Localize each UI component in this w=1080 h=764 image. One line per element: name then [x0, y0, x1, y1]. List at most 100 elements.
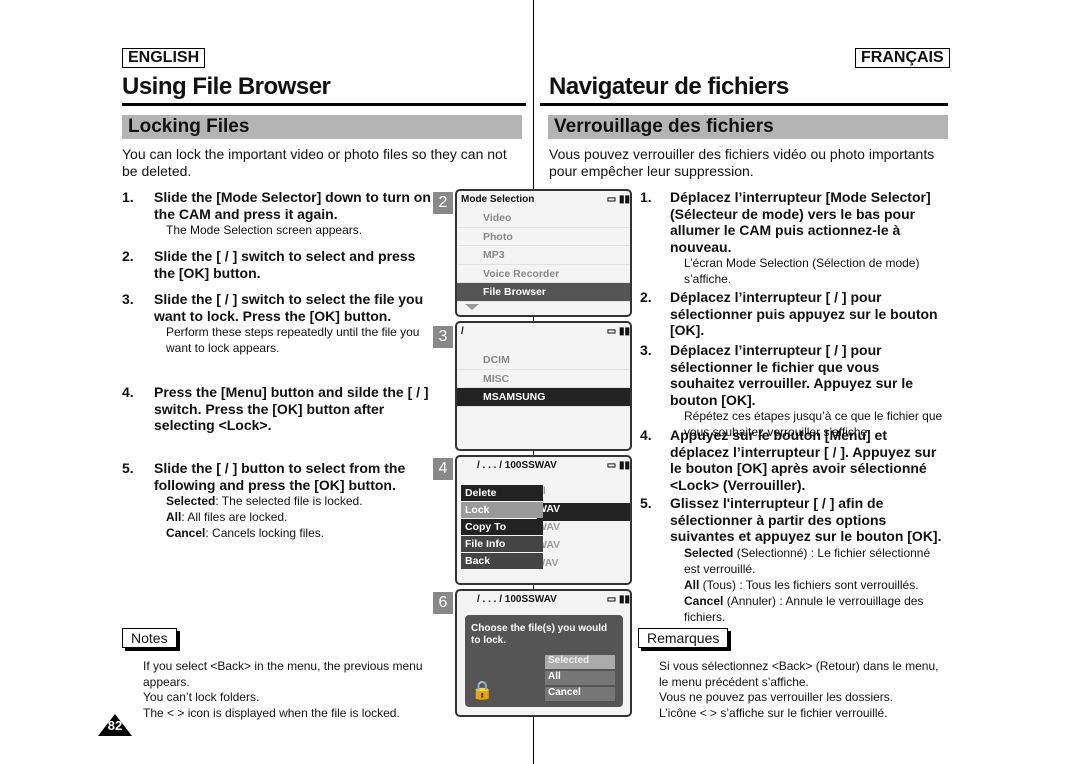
step-number: 5.: [122, 460, 134, 476]
lock-icon: 🔒: [471, 680, 494, 700]
section-heading-english: Locking Files: [122, 115, 522, 139]
scroll-down-icon: [465, 303, 479, 310]
page-number: 82: [107, 718, 123, 733]
folder-msamsung: MSAMSUNG: [457, 388, 630, 407]
step-3: 3. Slide the [ / ] switch to select the f…: [122, 291, 432, 356]
note-item: Si vous sélectionnez <Back> (Retour) dan…: [659, 659, 939, 689]
step-text: Déplacez l’interrupteur [Mode Selector] …: [670, 189, 931, 255]
step-note: Perform these steps repeatedly until the…: [166, 325, 420, 355]
step-number: 1.: [122, 189, 134, 205]
step-number: 4.: [122, 384, 134, 400]
step-note: L’écran Mode Selection (Sélection de mod…: [684, 256, 920, 286]
option-name: Selected: [166, 494, 216, 508]
menu-item-photo: Photo: [457, 228, 630, 246]
notes-list-english: If you select <Back> in the menu, the pr…: [143, 659, 433, 721]
notes-label: Notes: [122, 628, 177, 648]
step-text: Déplacez l’interrupteur [ / ] pour sélec…: [670, 342, 913, 408]
step-note: The Mode Selection screen appears.: [166, 223, 363, 237]
file-item: el: [537, 485, 630, 503]
menu-option-delete: Delete: [461, 485, 543, 501]
screen-number: 3: [433, 326, 453, 348]
page-title-english: Using File Browser: [122, 73, 331, 100]
step-5: 5. Slide the [ / ] button to select from …: [122, 460, 432, 541]
language-label-french: FRANÇAIS: [855, 48, 950, 68]
screen-folder-list: / ▭ ▮▮ DCIM MISC MSAMSUNG: [455, 321, 632, 451]
note-item: You can’t lock folders.: [143, 690, 260, 704]
step-text: Slide the [ / ] switch to select and pre…: [154, 248, 416, 281]
menu-item-video: Video: [457, 209, 630, 228]
step-4: 4. Press the [Menu] button and silde the …: [122, 384, 432, 434]
battery-icon: ▭ ▮▮: [606, 594, 630, 605]
step-2: 2. Slide the [ / ] switch to select and p…: [122, 248, 432, 281]
step-text: Press the [Menu] button and silde the [ …: [154, 384, 429, 433]
step-number: 1.: [640, 189, 652, 205]
screen-mode-selection: Mode Selection ▭ ▮▮ Video Photo MP3 Voice…: [455, 189, 632, 317]
screen-number: 6: [433, 592, 453, 614]
intro-english: You can lock the important video or phot…: [122, 146, 507, 179]
step-5-fr: 5. Glissez l'interrupteur [ / ] afin de s…: [640, 495, 945, 625]
menu-option-back: Back: [461, 553, 543, 569]
step-3-fr: 3. Déplacez l’interrupteur [ / ] pour sél…: [640, 342, 945, 440]
screen-title: / . . . / 100SSWAV: [477, 594, 557, 605]
option-selected: Selected: [545, 655, 615, 669]
note-item: If you select <Back> in the menu, the pr…: [143, 659, 423, 689]
title-rule: [540, 103, 948, 106]
battery-icon: ▭ ▮▮: [606, 326, 630, 337]
step-1-fr: 1. Déplacez l’interrupteur [Mode Selector…: [640, 189, 940, 287]
screen-number: 4: [433, 458, 453, 480]
option-name: Cancel: [166, 526, 206, 540]
step-number: 5.: [640, 495, 652, 511]
menu-option-copy-to: Copy To: [461, 519, 543, 535]
folder-dcim: DCIM: [457, 351, 630, 370]
step-number: 3.: [640, 342, 652, 358]
language-label-english: ENGLISH: [122, 48, 206, 68]
screen-title: /: [461, 326, 464, 337]
page-title-french: Navigateur de fichiers: [549, 73, 789, 100]
step-text: Slide the [Mode Selector] down to turn o…: [154, 189, 431, 222]
option-name: Cancel: [684, 593, 724, 608]
step-1: 1. Slide the [Mode Selector] down to turn…: [122, 189, 432, 238]
note-item: The < > icon is displayed when the file …: [143, 705, 400, 720]
file-item: WAV: [537, 539, 561, 551]
step-number: 2.: [122, 248, 134, 264]
battery-icon: ▭ ▮▮: [606, 194, 630, 205]
dialog-message: Choose the file(s) you would to lock.: [471, 623, 608, 646]
option-name: All: [166, 510, 182, 524]
menu-item-mp3: MP3: [457, 246, 630, 265]
screen-file-menu: / . . . / 100SSWAV▭ ▮▮ el WAV WAV WAV SW…: [455, 455, 632, 585]
folder-misc: MISC: [457, 370, 630, 388]
menu-option-lock: Lock: [461, 502, 543, 518]
battery-icon: ▭ ▮▮: [606, 460, 630, 471]
step-text: Slide the [ / ] button to select from th…: [154, 460, 406, 493]
option-desc: (Tous) : Tous les fichiers sont verrouil…: [699, 577, 919, 592]
step-2-fr: 2. Déplacez l’interrupteur [ / ] pour sél…: [640, 289, 940, 339]
title-rule: [122, 103, 526, 106]
step-number: 3.: [122, 291, 134, 307]
option-all: All: [545, 671, 615, 685]
step-text: Glissez l'interrupteur [ / ] afin de sél…: [670, 495, 942, 544]
step-number: 2.: [640, 289, 652, 305]
screen-title: / . . . / 100SSWAV: [477, 460, 557, 471]
option-desc: : Cancels locking files.: [205, 526, 325, 540]
note-item: Vous ne pouvez pas verrouiller les dossi…: [659, 690, 894, 704]
option-name: All: [684, 577, 700, 592]
notes-label-fr: Remarques: [638, 628, 729, 648]
menu-item-file-browser: File Browser: [457, 283, 630, 302]
option-cancel: Cancel: [545, 687, 615, 701]
step-text: Appuyez sur le bouton [Menu] et déplacez…: [670, 427, 937, 493]
section-heading-french: Verrouillage des fichiers: [548, 115, 948, 139]
option-desc: : All files are locked.: [181, 510, 288, 524]
step-number: 4.: [640, 427, 652, 443]
note-item: L’icône < > s’affiche sur le fichier ver…: [659, 705, 888, 720]
option-name: Selected: [684, 545, 734, 560]
file-item: WAV: [537, 521, 561, 533]
menu-item-voice-recorder: Voice Recorder: [457, 265, 630, 283]
step-4-fr: 4. Appuyez sur le bouton [Menu] et déplac…: [640, 427, 940, 493]
menu-option-file-info: File Info: [461, 536, 543, 552]
screen-lock-dialog: / . . . / 100SSWAV ▭ ▮▮ Choose the file(s…: [455, 589, 632, 717]
file-item: WAV: [537, 503, 630, 521]
screen-number: 2: [433, 192, 453, 214]
notes-list-french: Si vous sélectionnez <Back> (Retour) dan…: [659, 659, 949, 721]
step-text: Slide the [ / ] switch to select the fil…: [154, 291, 424, 324]
screen-title: Mode Selection: [461, 194, 535, 205]
